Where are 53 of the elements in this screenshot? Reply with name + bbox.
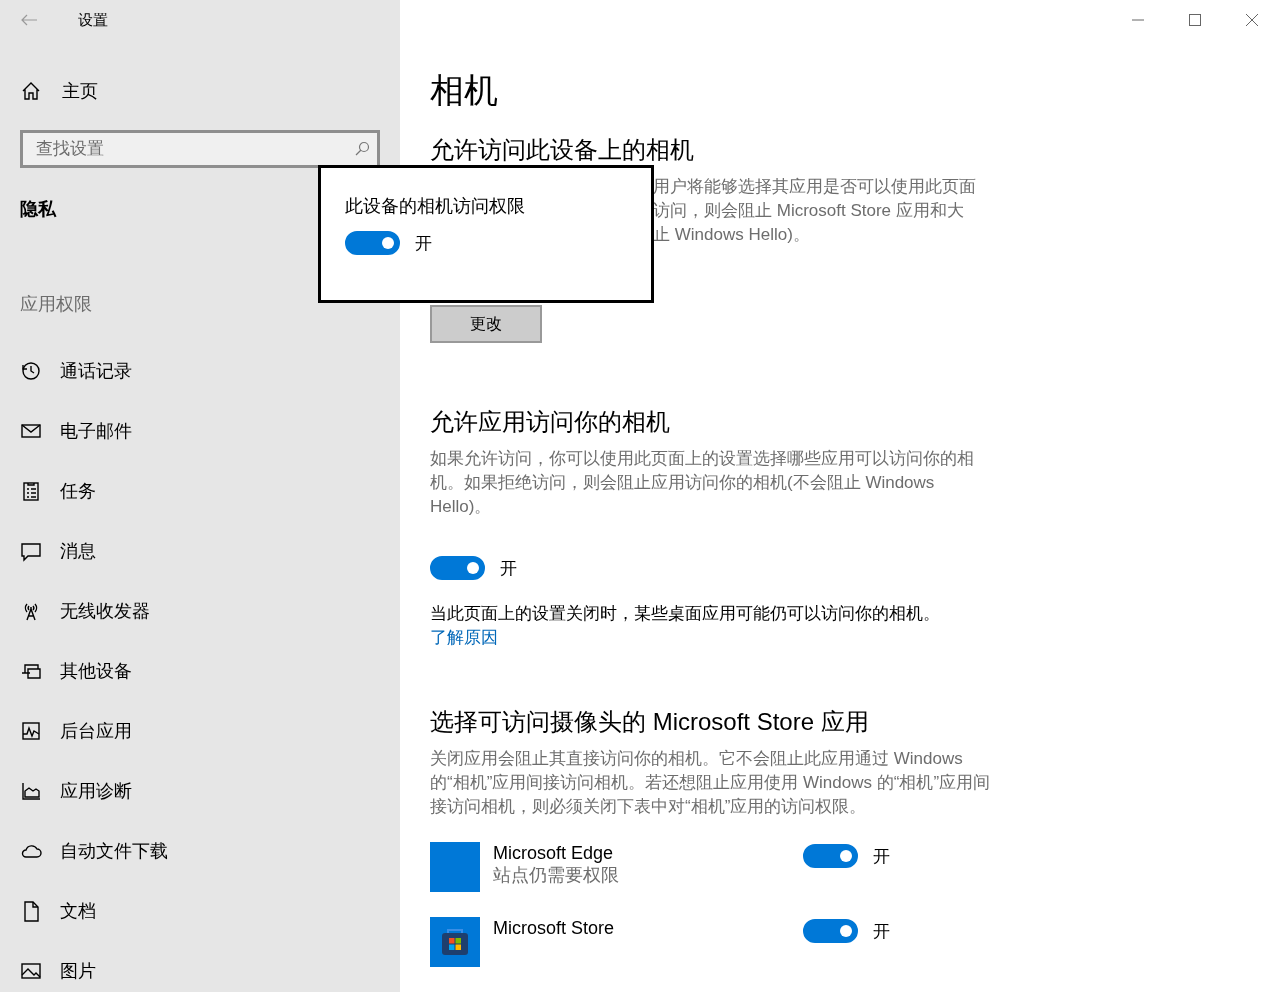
- search-icon: [354, 141, 370, 157]
- activity-icon: [20, 720, 42, 742]
- toggle-switch[interactable]: [430, 556, 485, 580]
- search-field[interactable]: 查找设置: [20, 130, 380, 168]
- clipboard-icon: [20, 480, 42, 502]
- toggle-label: 开: [500, 557, 517, 580]
- sidebar-item[interactable]: 无线收发器: [0, 581, 400, 641]
- area-chart-icon: [20, 780, 42, 802]
- toggle-switch[interactable]: [803, 844, 858, 868]
- change-button[interactable]: 更改: [430, 305, 542, 343]
- toggle-label: 开: [415, 232, 432, 255]
- learn-more-link[interactable]: 了解原因: [430, 628, 498, 647]
- sidebar-item[interactable]: 后台应用: [0, 701, 400, 761]
- toggle-switch[interactable]: [803, 919, 858, 943]
- description-text: 止 Windows Hello)。: [653, 224, 811, 246]
- speech-bubble-icon: [20, 540, 42, 562]
- sidebar-item[interactable]: 任务: [0, 461, 400, 521]
- group-label: 应用权限: [20, 294, 93, 314]
- picture-icon: [20, 960, 42, 982]
- popup-title: 此设备的相机访问权限: [345, 195, 526, 218]
- back-arrow-icon: [20, 13, 38, 27]
- sidebar-item[interactable]: 通话记录: [0, 341, 400, 401]
- home-nav-item[interactable]: 主页: [0, 72, 400, 110]
- note-text: 当此页面上的设置关闭时，某些桌面应用可能仍可以访问你的相机。 了解原因: [430, 603, 941, 649]
- section-heading: 隐私: [20, 200, 56, 218]
- sidebar-item[interactable]: 文档: [0, 881, 400, 941]
- description-text: 关闭应用会阻止其直接访问你的相机。它不会阻止此应用通过 Windows 的“相机”应用间接访问相机。若还想阻止应用使用 Windows 的“相机”应用间接访问相机，则必须关闭下表中对“相机”应用的访问权限。: [430, 748, 992, 818]
- description-text: 访问，则会阻止 Microsoft Store 应用和大: [653, 200, 965, 222]
- sidebar-item[interactable]: 图片: [0, 941, 400, 992]
- page-title: 相机: [430, 70, 499, 110]
- history-icon: [20, 360, 42, 382]
- app-tile-icon: [430, 842, 480, 892]
- home-icon: [20, 80, 42, 102]
- app-name: Microsoft Edge: [493, 842, 615, 864]
- window-title: 设置: [78, 10, 108, 30]
- toggle-label: 开: [873, 845, 890, 868]
- sidebar-item[interactable]: 自动文件下载: [0, 821, 400, 881]
- close-icon: [1244, 13, 1259, 27]
- section-heading: 允许应用访问你的相机: [430, 407, 671, 437]
- maximize-icon: [1187, 13, 1202, 27]
- toggle-switch[interactable]: [345, 231, 400, 255]
- description-text: 用户将能够选择其应用是否可以使用此页面: [653, 176, 977, 198]
- section-heading: 选择可访问摄像头的 Microsoft Store 应用: [430, 707, 870, 737]
- app-name: Microsoft Store: [493, 917, 616, 939]
- sidebar-item[interactable]: 其他设备: [0, 641, 400, 701]
- sidebar-item[interactable]: 消息: [0, 521, 400, 581]
- toggle-label: 开: [873, 920, 890, 943]
- app-subtitle: 站点仍需要权限: [493, 864, 620, 886]
- shopping-bag-icon: [430, 917, 480, 967]
- sidebar-item[interactable]: 电子邮件: [0, 401, 400, 461]
- description-text: 如果允许访问，你可以使用此页面上的设置选择哪些应用可以访问你的相机。如果拒绝访问，则会阻止应用访问你的相机(不会阻止 Windows Hello)。: [430, 448, 975, 518]
- section-heading: 允许访问此设备上的相机: [430, 135, 695, 165]
- sidebar-item[interactable]: 应用诊断: [0, 761, 400, 821]
